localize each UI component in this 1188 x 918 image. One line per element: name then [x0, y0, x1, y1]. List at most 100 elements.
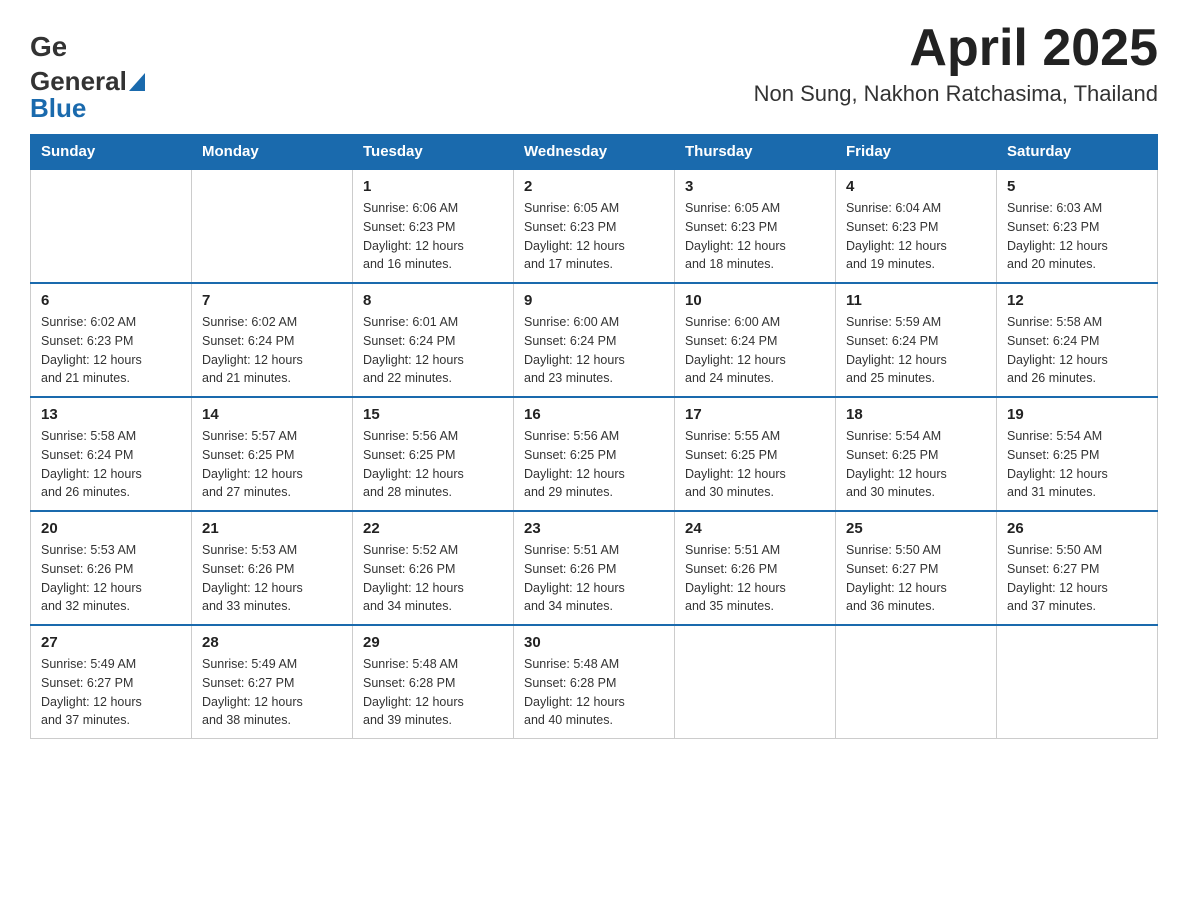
day-info: Sunrise: 5:51 AMSunset: 6:26 PMDaylight:…: [524, 541, 664, 616]
calendar-cell: 13 Sunrise: 5:58 AMSunset: 6:24 PMDayligh…: [31, 397, 192, 511]
calendar-cell: 11 Sunrise: 5:59 AMSunset: 6:24 PMDayligh…: [836, 283, 997, 397]
day-info: Sunrise: 5:56 AMSunset: 6:25 PMDaylight:…: [363, 427, 503, 502]
title-block: April 2025 Non Sung, Nakhon Ratchasima, …: [754, 20, 1158, 107]
day-number: 5: [1007, 178, 1147, 195]
calendar-cell: 19 Sunrise: 5:54 AMSunset: 6:25 PMDayligh…: [997, 397, 1158, 511]
day-number: 6: [41, 292, 181, 309]
page-title: April 2025: [754, 20, 1158, 77]
day-info: Sunrise: 5:52 AMSunset: 6:26 PMDaylight:…: [363, 541, 503, 616]
calendar-cell: [192, 169, 353, 283]
day-info: Sunrise: 5:48 AMSunset: 6:28 PMDaylight:…: [524, 655, 664, 730]
day-info: Sunrise: 5:53 AMSunset: 6:26 PMDaylight:…: [202, 541, 342, 616]
calendar-cell: 16 Sunrise: 5:56 AMSunset: 6:25 PMDayligh…: [514, 397, 675, 511]
day-number: 21: [202, 520, 342, 537]
day-number: 8: [363, 292, 503, 309]
day-number: 23: [524, 520, 664, 537]
calendar-cell: 4 Sunrise: 6:04 AMSunset: 6:23 PMDaylight…: [836, 169, 997, 283]
day-info: Sunrise: 6:00 AMSunset: 6:24 PMDaylight:…: [685, 313, 825, 388]
day-number: 29: [363, 634, 503, 651]
day-number: 7: [202, 292, 342, 309]
calendar-week-row: 20 Sunrise: 5:53 AMSunset: 6:26 PMDayligh…: [31, 511, 1158, 625]
day-info: Sunrise: 6:05 AMSunset: 6:23 PMDaylight:…: [685, 199, 825, 274]
calendar-cell: 23 Sunrise: 5:51 AMSunset: 6:26 PMDayligh…: [514, 511, 675, 625]
calendar-cell: 5Sunrise: 6:03 AMSunset: 6:23 PMDaylight…: [997, 169, 1158, 283]
day-number: 25: [846, 520, 986, 537]
logo: General General Blue: [30, 20, 147, 124]
day-info: Sunrise: 5:58 AMSunset: 6:24 PMDaylight:…: [1007, 313, 1147, 388]
day-info: Sunrise: 5:57 AMSunset: 6:25 PMDaylight:…: [202, 427, 342, 502]
calendar-week-row: 27 Sunrise: 5:49 AMSunset: 6:27 PMDayligh…: [31, 625, 1158, 739]
calendar-cell: 8 Sunrise: 6:01 AMSunset: 6:24 PMDaylight…: [353, 283, 514, 397]
calendar-cell: 22 Sunrise: 5:52 AMSunset: 6:26 PMDayligh…: [353, 511, 514, 625]
day-number: 16: [524, 406, 664, 423]
day-info: Sunrise: 5:58 AMSunset: 6:24 PMDaylight:…: [41, 427, 181, 502]
calendar-cell: 1 Sunrise: 6:06 AMSunset: 6:23 PMDaylight…: [353, 169, 514, 283]
calendar-cell: 17Sunrise: 5:55 AMSunset: 6:25 PMDayligh…: [675, 397, 836, 511]
day-number: 1: [363, 178, 503, 195]
day-number: 10: [685, 292, 825, 309]
calendar-header-friday: Friday: [836, 135, 997, 170]
day-info: Sunrise: 6:05 AMSunset: 6:23 PMDaylight:…: [524, 199, 664, 274]
page-subtitle: Non Sung, Nakhon Ratchasima, Thailand: [754, 81, 1158, 107]
calendar-header-saturday: Saturday: [997, 135, 1158, 170]
calendar-cell: 6 Sunrise: 6:02 AMSunset: 6:23 PMDaylight…: [31, 283, 192, 397]
calendar-cell: [675, 625, 836, 739]
day-info: Sunrise: 5:49 AMSunset: 6:27 PMDaylight:…: [41, 655, 181, 730]
day-number: 2: [524, 178, 664, 195]
day-info: Sunrise: 5:51 AMSunset: 6:26 PMDaylight:…: [685, 541, 825, 616]
day-info: Sunrise: 5:56 AMSunset: 6:25 PMDaylight:…: [524, 427, 664, 502]
day-number: 27: [41, 634, 181, 651]
day-info: Sunrise: 6:02 AMSunset: 6:23 PMDaylight:…: [41, 313, 181, 388]
day-info: Sunrise: 5:48 AMSunset: 6:28 PMDaylight:…: [363, 655, 503, 730]
day-info: Sunrise: 5:59 AMSunset: 6:24 PMDaylight:…: [846, 313, 986, 388]
calendar-week-row: 1 Sunrise: 6:06 AMSunset: 6:23 PMDaylight…: [31, 169, 1158, 283]
day-info: Sunrise: 6:06 AMSunset: 6:23 PMDaylight:…: [363, 199, 503, 274]
logo-icon: General: [30, 28, 66, 68]
day-info: Sunrise: 5:54 AMSunset: 6:25 PMDaylight:…: [846, 427, 986, 502]
calendar-header-row: SundayMondayTuesdayWednesdayThursdayFrid…: [31, 135, 1158, 170]
logo-triangle-icon: [129, 73, 145, 91]
page-header: General General Blue April 2025 Non Sung…: [30, 20, 1158, 124]
calendar-cell: 2 Sunrise: 6:05 AMSunset: 6:23 PMDaylight…: [514, 169, 675, 283]
calendar-cell: 24 Sunrise: 5:51 AMSunset: 6:26 PMDayligh…: [675, 511, 836, 625]
calendar-cell: [836, 625, 997, 739]
day-number: 3: [685, 178, 825, 195]
calendar-header-monday: Monday: [192, 135, 353, 170]
day-number: 24: [685, 520, 825, 537]
calendar-cell: 15 Sunrise: 5:56 AMSunset: 6:25 PMDayligh…: [353, 397, 514, 511]
day-number: 11: [846, 292, 986, 309]
logo-blue-text: Blue: [30, 93, 86, 123]
calendar-cell: [31, 169, 192, 283]
calendar-cell: 18 Sunrise: 5:54 AMSunset: 6:25 PMDayligh…: [836, 397, 997, 511]
calendar-cell: 30Sunrise: 5:48 AMSunset: 6:28 PMDayligh…: [514, 625, 675, 739]
calendar-cell: 27 Sunrise: 5:49 AMSunset: 6:27 PMDayligh…: [31, 625, 192, 739]
day-info: Sunrise: 5:50 AMSunset: 6:27 PMDaylight:…: [1007, 541, 1147, 616]
day-number: 15: [363, 406, 503, 423]
day-info: Sunrise: 6:04 AMSunset: 6:23 PMDaylight:…: [846, 199, 986, 274]
calendar-week-row: 13 Sunrise: 5:58 AMSunset: 6:24 PMDayligh…: [31, 397, 1158, 511]
calendar-cell: 29 Sunrise: 5:48 AMSunset: 6:28 PMDayligh…: [353, 625, 514, 739]
calendar-cell: 28Sunrise: 5:49 AMSunset: 6:27 PMDayligh…: [192, 625, 353, 739]
calendar-cell: 20Sunrise: 5:53 AMSunset: 6:26 PMDayligh…: [31, 511, 192, 625]
calendar-cell: 21 Sunrise: 5:53 AMSunset: 6:26 PMDayligh…: [192, 511, 353, 625]
calendar-week-row: 6 Sunrise: 6:02 AMSunset: 6:23 PMDaylight…: [31, 283, 1158, 397]
day-info: Sunrise: 5:54 AMSunset: 6:25 PMDaylight:…: [1007, 427, 1147, 502]
calendar-header-sunday: Sunday: [31, 135, 192, 170]
calendar-cell: 26Sunrise: 5:50 AMSunset: 6:27 PMDayligh…: [997, 511, 1158, 625]
day-number: 19: [1007, 406, 1147, 423]
day-number: 13: [41, 406, 181, 423]
day-number: 18: [846, 406, 986, 423]
day-info: Sunrise: 6:02 AMSunset: 6:24 PMDaylight:…: [202, 313, 342, 388]
calendar-cell: 12 Sunrise: 5:58 AMSunset: 6:24 PMDayligh…: [997, 283, 1158, 397]
calendar-cell: [997, 625, 1158, 739]
calendar-header-tuesday: Tuesday: [353, 135, 514, 170]
calendar-header-thursday: Thursday: [675, 135, 836, 170]
day-info: Sunrise: 6:00 AMSunset: 6:24 PMDaylight:…: [524, 313, 664, 388]
day-number: 20: [41, 520, 181, 537]
calendar-cell: 10 Sunrise: 6:00 AMSunset: 6:24 PMDayligh…: [675, 283, 836, 397]
calendar-cell: 9Sunrise: 6:00 AMSunset: 6:24 PMDaylight…: [514, 283, 675, 397]
day-number: 22: [363, 520, 503, 537]
day-number: 4: [846, 178, 986, 195]
day-info: Sunrise: 6:01 AMSunset: 6:24 PMDaylight:…: [363, 313, 503, 388]
day-number: 12: [1007, 292, 1147, 309]
